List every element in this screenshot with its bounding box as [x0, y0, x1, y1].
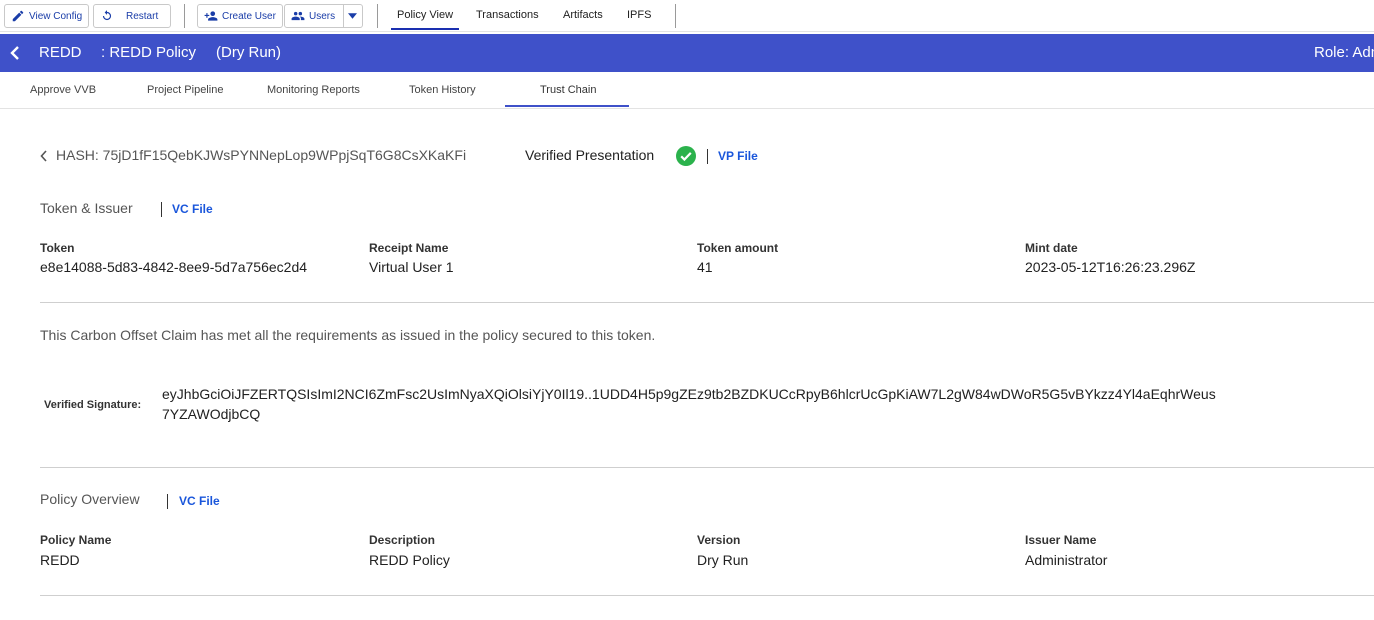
field-value-description: REDD Policy [369, 552, 450, 568]
vp-title: Verified Presentation [525, 147, 655, 163]
users-dropdown-toggle[interactable] [343, 4, 363, 28]
policy-short-name: REDD [39, 44, 82, 61]
claim-statement: This Carbon Offset Claim has met all the… [40, 327, 656, 343]
restart-icon [102, 10, 112, 21]
view-config-label: View Config [29, 10, 83, 22]
policy-mode: (Dry Run) [216, 44, 282, 61]
separator [707, 149, 708, 164]
role-label: Role: Adm [1314, 44, 1374, 61]
section-divider [40, 302, 1374, 303]
subtab-token-history[interactable]: Token History [409, 84, 476, 96]
separator [167, 494, 168, 509]
tab-ipfs[interactable]: IPFS [627, 0, 651, 30]
toolbar-separator [377, 4, 378, 28]
field-value-issuer-name: Administrator [1025, 552, 1108, 568]
tab-label: IPFS [627, 9, 652, 21]
field-label-policy-name: Policy Name [40, 533, 112, 547]
section-divider [40, 467, 1374, 468]
users-icon [291, 11, 305, 21]
policy-header: REDD : REDD Policy (Dry Run) Role: Adm [0, 34, 1374, 72]
verified-check-icon [676, 146, 696, 166]
users-button[interactable]: Users [284, 4, 344, 28]
field-value-version: Dry Run [697, 552, 749, 568]
subtab-project-pipeline[interactable]: Project Pipeline [147, 84, 223, 96]
back-chevron-icon[interactable] [8, 45, 22, 61]
policy-overview-title: Policy Overview [40, 491, 140, 507]
field-label-token-amount: Token amount [697, 241, 779, 255]
section-divider [40, 595, 1374, 596]
field-label-token: Token [40, 241, 75, 255]
pencil-icon [12, 10, 24, 22]
field-value-receipt-name: Virtual User 1 [369, 259, 454, 275]
restart-label: Restart [126, 10, 159, 22]
policy-vc-file-link[interactable]: VC File [179, 494, 220, 508]
field-label-issuer-name: Issuer Name [1025, 533, 1097, 547]
restart-button[interactable]: Restart [93, 4, 171, 28]
field-label-description: Description [369, 533, 436, 547]
top-toolbar: View Config Restart Create User Users Po… [0, 0, 1374, 32]
view-config-button[interactable]: View Config [4, 4, 90, 28]
subtab-approve-vvb[interactable]: Approve VVB [30, 84, 96, 96]
signature-label: Verified Signature: [44, 399, 142, 411]
tab-transactions[interactable]: Transactions [476, 0, 539, 30]
field-value-mint-date: 2023-05-12T16:26:23.296Z [1025, 259, 1196, 275]
users-label: Users [309, 10, 336, 22]
vp-file-link[interactable]: VP File [718, 149, 758, 163]
tab-label: Transactions [476, 9, 539, 21]
subtab-monitoring-reports[interactable]: Monitoring Reports [267, 84, 360, 96]
field-label-receipt-name: Receipt Name [369, 241, 449, 255]
back-chevron-icon[interactable] [40, 150, 48, 162]
create-user-label: Create User [222, 10, 276, 22]
toolbar-separator [675, 4, 676, 28]
create-user-button[interactable]: Create User [197, 4, 283, 28]
field-label-mint-date: Mint date [1025, 241, 1078, 255]
toolbar-separator [184, 4, 185, 28]
policy-title: : REDD Policy [101, 44, 197, 61]
signature-value: eyJhbGciOiJFZERTQSIsImI2NCI6ZmFsc2UsImNy… [162, 386, 1216, 422]
tab-policy-view[interactable]: Policy View [390, 0, 460, 30]
tab-label: Policy View [397, 9, 454, 21]
policy-subtabs: Approve VVB Project Pipeline Monitoring … [0, 72, 1374, 109]
tab-artifacts[interactable]: Artifacts [563, 0, 603, 30]
field-value-token: e8e14088-5d83-4842-8ee9-5d7a756ec2d4 [40, 259, 308, 275]
add-user-icon [204, 11, 218, 21]
vp-hash: HASH: 75jD1fF15QebKJWsPYNNepLop9WPpjSqT6… [56, 147, 467, 163]
field-label-version: Version [697, 533, 741, 547]
caret-down-icon [348, 13, 357, 19]
field-value-token-amount: 41 [697, 259, 713, 275]
separator [161, 202, 162, 217]
token-vc-file-link[interactable]: VC File [172, 202, 213, 216]
field-value-policy-name: REDD [40, 552, 80, 568]
tab-label: Artifacts [563, 9, 603, 21]
active-subtab-indicator [505, 105, 629, 107]
subtab-trust-chain[interactable]: Trust Chain [540, 84, 596, 96]
token-issuer-title: Token & Issuer [40, 200, 133, 216]
